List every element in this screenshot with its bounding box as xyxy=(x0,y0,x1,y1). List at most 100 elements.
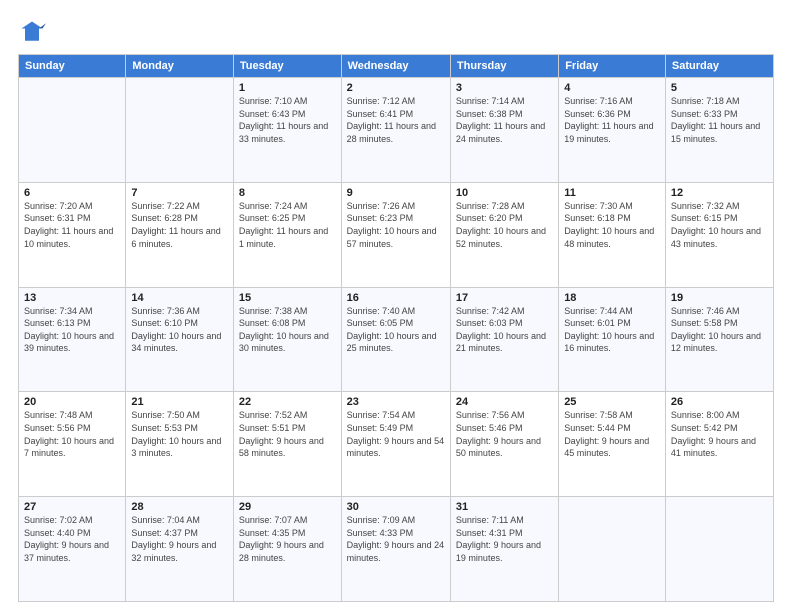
day-number: 22 xyxy=(239,396,336,408)
day-number: 21 xyxy=(131,396,228,408)
cell-info: Sunrise: 7:04 AM xyxy=(131,514,228,527)
cell-info: Sunrise: 7:54 AM xyxy=(347,409,445,422)
cell-info: Sunrise: 7:02 AM xyxy=(24,514,120,527)
day-number: 12 xyxy=(671,187,768,199)
calendar-week-1: 1Sunrise: 7:10 AMSunset: 6:43 PMDaylight… xyxy=(19,78,774,183)
calendar-cell: 3Sunrise: 7:14 AMSunset: 6:38 PMDaylight… xyxy=(450,78,558,183)
cell-info: Sunset: 4:40 PM xyxy=(24,527,120,540)
day-number: 15 xyxy=(239,292,336,304)
cell-info: Daylight: 10 hours and 3 minutes. xyxy=(131,435,228,460)
calendar-cell: 25Sunrise: 7:58 AMSunset: 5:44 PMDayligh… xyxy=(559,392,666,497)
cell-info: Daylight: 9 hours and 28 minutes. xyxy=(239,539,336,564)
day-number: 11 xyxy=(564,187,660,199)
cell-info: Sunrise: 7:46 AM xyxy=(671,305,768,318)
col-header-tuesday: Tuesday xyxy=(233,55,341,78)
cell-info: Daylight: 9 hours and 58 minutes. xyxy=(239,435,336,460)
calendar-cell: 16Sunrise: 7:40 AMSunset: 6:05 PMDayligh… xyxy=(341,287,450,392)
calendar-cell: 27Sunrise: 7:02 AMSunset: 4:40 PMDayligh… xyxy=(19,497,126,602)
day-number: 31 xyxy=(456,501,553,513)
day-number: 8 xyxy=(239,187,336,199)
cell-info: Sunrise: 7:24 AM xyxy=(239,200,336,213)
col-header-sunday: Sunday xyxy=(19,55,126,78)
cell-info: Sunrise: 7:07 AM xyxy=(239,514,336,527)
calendar-cell: 22Sunrise: 7:52 AMSunset: 5:51 PMDayligh… xyxy=(233,392,341,497)
cell-info: Sunrise: 7:42 AM xyxy=(456,305,553,318)
cell-info: Sunrise: 7:11 AM xyxy=(456,514,553,527)
col-header-friday: Friday xyxy=(559,55,666,78)
cell-info: Daylight: 10 hours and 43 minutes. xyxy=(671,225,768,250)
cell-info: Sunrise: 7:22 AM xyxy=(131,200,228,213)
day-number: 18 xyxy=(564,292,660,304)
cell-info: Daylight: 11 hours and 19 minutes. xyxy=(564,120,660,145)
cell-info: Sunset: 4:35 PM xyxy=(239,527,336,540)
cell-info: Sunset: 4:37 PM xyxy=(131,527,228,540)
cell-info: Daylight: 9 hours and 54 minutes. xyxy=(347,435,445,460)
day-number: 29 xyxy=(239,501,336,513)
cell-info: Sunset: 6:28 PM xyxy=(131,212,228,225)
calendar-week-4: 20Sunrise: 7:48 AMSunset: 5:56 PMDayligh… xyxy=(19,392,774,497)
cell-info: Daylight: 11 hours and 15 minutes. xyxy=(671,120,768,145)
cell-info: Daylight: 10 hours and 34 minutes. xyxy=(131,330,228,355)
cell-info: Sunrise: 7:40 AM xyxy=(347,305,445,318)
page: SundayMondayTuesdayWednesdayThursdayFrid… xyxy=(0,0,792,612)
cell-info: Sunset: 6:03 PM xyxy=(456,317,553,330)
calendar-cell: 20Sunrise: 7:48 AMSunset: 5:56 PMDayligh… xyxy=(19,392,126,497)
cell-info: Sunset: 4:33 PM xyxy=(347,527,445,540)
cell-info: Sunrise: 7:16 AM xyxy=(564,95,660,108)
day-number: 24 xyxy=(456,396,553,408)
cell-info: Daylight: 10 hours and 21 minutes. xyxy=(456,330,553,355)
cell-info: Daylight: 9 hours and 37 minutes. xyxy=(24,539,120,564)
cell-info: Sunset: 5:42 PM xyxy=(671,422,768,435)
calendar-table: SundayMondayTuesdayWednesdayThursdayFrid… xyxy=(18,54,774,602)
calendar-cell: 9Sunrise: 7:26 AMSunset: 6:23 PMDaylight… xyxy=(341,182,450,287)
cell-info: Sunrise: 7:58 AM xyxy=(564,409,660,422)
cell-info: Sunset: 5:51 PM xyxy=(239,422,336,435)
cell-info: Daylight: 10 hours and 52 minutes. xyxy=(456,225,553,250)
cell-info: Sunset: 4:31 PM xyxy=(456,527,553,540)
cell-info: Sunrise: 7:52 AM xyxy=(239,409,336,422)
col-header-saturday: Saturday xyxy=(665,55,773,78)
day-number: 25 xyxy=(564,396,660,408)
day-number: 2 xyxy=(347,82,445,94)
cell-info: Sunrise: 7:28 AM xyxy=(456,200,553,213)
day-number: 27 xyxy=(24,501,120,513)
cell-info: Sunset: 6:13 PM xyxy=(24,317,120,330)
cell-info: Daylight: 9 hours and 32 minutes. xyxy=(131,539,228,564)
calendar-cell: 15Sunrise: 7:38 AMSunset: 6:08 PMDayligh… xyxy=(233,287,341,392)
calendar-cell: 18Sunrise: 7:44 AMSunset: 6:01 PMDayligh… xyxy=(559,287,666,392)
cell-info: Sunrise: 7:09 AM xyxy=(347,514,445,527)
cell-info: Sunset: 6:20 PM xyxy=(456,212,553,225)
day-number: 7 xyxy=(131,187,228,199)
cell-info: Sunrise: 7:26 AM xyxy=(347,200,445,213)
cell-info: Daylight: 11 hours and 28 minutes. xyxy=(347,120,445,145)
calendar-cell: 11Sunrise: 7:30 AMSunset: 6:18 PMDayligh… xyxy=(559,182,666,287)
logo-icon xyxy=(18,18,46,46)
calendar-cell: 8Sunrise: 7:24 AMSunset: 6:25 PMDaylight… xyxy=(233,182,341,287)
calendar-cell: 10Sunrise: 7:28 AMSunset: 6:20 PMDayligh… xyxy=(450,182,558,287)
cell-info: Sunset: 6:31 PM xyxy=(24,212,120,225)
calendar-cell xyxy=(559,497,666,602)
cell-info: Sunrise: 7:18 AM xyxy=(671,95,768,108)
cell-info: Daylight: 10 hours and 16 minutes. xyxy=(564,330,660,355)
calendar-cell xyxy=(665,497,773,602)
day-number: 13 xyxy=(24,292,120,304)
cell-info: Daylight: 9 hours and 45 minutes. xyxy=(564,435,660,460)
calendar-week-3: 13Sunrise: 7:34 AMSunset: 6:13 PMDayligh… xyxy=(19,287,774,392)
col-header-monday: Monday xyxy=(126,55,234,78)
calendar-cell: 23Sunrise: 7:54 AMSunset: 5:49 PMDayligh… xyxy=(341,392,450,497)
col-header-thursday: Thursday xyxy=(450,55,558,78)
logo xyxy=(18,18,50,46)
day-number: 6 xyxy=(24,187,120,199)
cell-info: Sunrise: 7:56 AM xyxy=(456,409,553,422)
cell-info: Sunset: 6:10 PM xyxy=(131,317,228,330)
calendar-cell: 24Sunrise: 7:56 AMSunset: 5:46 PMDayligh… xyxy=(450,392,558,497)
day-number: 19 xyxy=(671,292,768,304)
cell-info: Daylight: 9 hours and 41 minutes. xyxy=(671,435,768,460)
day-number: 26 xyxy=(671,396,768,408)
cell-info: Sunrise: 7:12 AM xyxy=(347,95,445,108)
cell-info: Daylight: 10 hours and 48 minutes. xyxy=(564,225,660,250)
cell-info: Sunset: 5:56 PM xyxy=(24,422,120,435)
cell-info: Sunrise: 7:38 AM xyxy=(239,305,336,318)
calendar-body: 1Sunrise: 7:10 AMSunset: 6:43 PMDaylight… xyxy=(19,78,774,602)
day-number: 10 xyxy=(456,187,553,199)
